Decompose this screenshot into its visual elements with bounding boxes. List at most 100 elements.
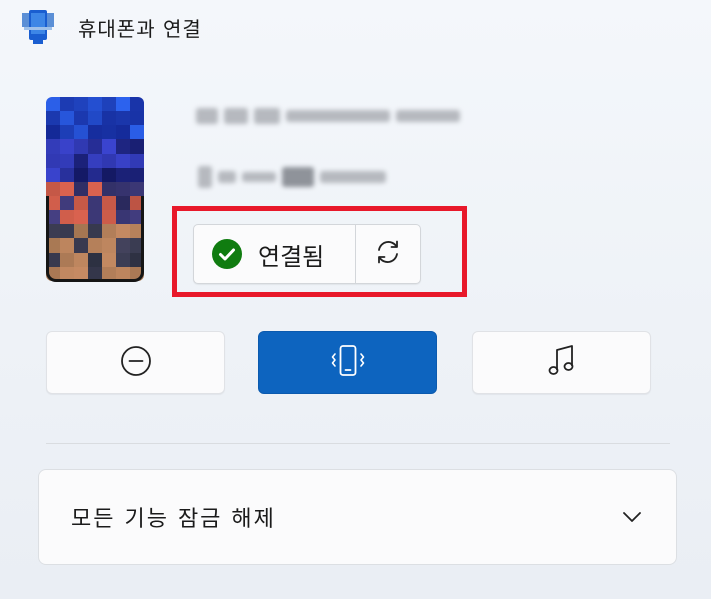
- thumbnail-pixel: [116, 266, 130, 281]
- vibrate-button[interactable]: [258, 331, 437, 394]
- thumbnail-pixel: [74, 139, 88, 154]
- thumbnail-pixel: [88, 224, 102, 239]
- thumbnail-pixel: [88, 266, 102, 281]
- thumbnail-pixel: [130, 125, 144, 140]
- thumbnail-pixel: [46, 238, 60, 253]
- thumbnail-pixel: [74, 167, 88, 182]
- thumbnail-pixel: [60, 125, 74, 140]
- thumbnail-pixel: [102, 224, 116, 239]
- thumbnail-pixel: [116, 139, 130, 154]
- thumbnail-pixel: [60, 252, 74, 267]
- music-note-icon: [546, 344, 578, 382]
- section-divider: [46, 443, 670, 444]
- thumbnail-pixel: [74, 266, 88, 281]
- thumbnail-pixel: [116, 195, 130, 211]
- thumbnail-pixel: [60, 210, 74, 225]
- thumbnail-pixel: [130, 195, 144, 211]
- phone-link-app-icon: [22, 10, 54, 44]
- thumbnail-pixel: [88, 139, 102, 154]
- thumbnail-pixel: [88, 181, 102, 196]
- thumbnail-pixel: [46, 252, 60, 267]
- thumbnail-pixel: [116, 111, 130, 126]
- thumbnail-pixel: [88, 210, 102, 225]
- thumbnail-pixel: [102, 181, 116, 196]
- app-title: 휴대폰과 연결: [78, 16, 202, 41]
- thumbnail-pixel: [116, 252, 130, 267]
- device-name-blurred: [196, 108, 460, 124]
- thumbnail-pixel: [60, 153, 74, 168]
- thumbnail-pixel: [74, 252, 88, 267]
- thumbnail-pixel: [102, 210, 116, 225]
- thumbnail-pixel: [130, 153, 144, 168]
- thumbnail-pixel: [46, 181, 60, 196]
- expander-label: 모든 기능 잠금 해제: [71, 507, 276, 532]
- chevron-down-icon: [622, 508, 642, 527]
- connected-status-label: 연결됨: [258, 242, 325, 271]
- thumbnail-pixel: [102, 97, 116, 112]
- thumbnail-pixel: [130, 167, 144, 182]
- thumbnail-pixel: [60, 97, 74, 112]
- thumbnail-pixel: [74, 195, 88, 211]
- thumbnail-pixel: [130, 224, 144, 239]
- minus-circle-icon: [120, 345, 152, 381]
- thumbnail-pixel: [116, 125, 130, 140]
- thumbnail-pixel: [116, 181, 130, 196]
- unlock-all-features-expander[interactable]: 모든 기능 잠금 해제: [38, 469, 677, 565]
- thumbnail-pixel: [130, 181, 144, 196]
- thumbnail-pixel: [102, 139, 116, 154]
- thumbnail-pixel: [74, 224, 88, 239]
- thumbnail-pixel: [116, 153, 130, 168]
- thumbnail-pixel: [60, 195, 74, 211]
- thumbnail-pixel: [46, 210, 60, 225]
- device-details-blurred: [198, 166, 386, 188]
- thumbnail-pixel: [60, 167, 74, 182]
- check-circle-icon: [212, 239, 242, 269]
- thumbnail-pixel: [46, 195, 60, 211]
- thumbnail-pixel: [102, 238, 116, 253]
- thumbnail-pixel: [102, 153, 116, 168]
- thumbnail-pixel: [46, 139, 60, 154]
- connected-status-button[interactable]: 연결됨: [194, 225, 356, 283]
- thumbnail-pixel: [46, 97, 60, 112]
- thumbnail-pixel: [60, 238, 74, 253]
- thumbnail-pixel: [74, 97, 88, 112]
- thumbnail-pixel: [46, 167, 60, 182]
- title-bar: 휴대폰과 연결: [22, 10, 202, 44]
- thumbnail-pixel: [102, 125, 116, 140]
- refresh-icon: [373, 237, 403, 271]
- thumbnail-pixel: [130, 97, 144, 112]
- thumbnail-pixel: [46, 153, 60, 168]
- thumbnail-pixel: [74, 210, 88, 225]
- thumbnail-pixel: [116, 167, 130, 182]
- thumbnail-pixel: [116, 224, 130, 239]
- media-button[interactable]: [472, 331, 651, 394]
- thumbnail-pixel: [130, 252, 144, 267]
- do-not-disturb-button[interactable]: [46, 331, 225, 394]
- thumbnail-pixel: [130, 139, 144, 154]
- thumbnail-pixel: [74, 238, 88, 253]
- thumbnail-pixel: [88, 111, 102, 126]
- thumbnail-pixel: [102, 266, 116, 281]
- thumbnail-pixel: [102, 167, 116, 182]
- refresh-button[interactable]: [356, 225, 420, 283]
- thumbnail-pixel: [88, 97, 102, 112]
- thumbnail-pixel: [88, 125, 102, 140]
- thumbnail-pixel: [102, 195, 116, 211]
- phone-thumbnail: [46, 97, 144, 281]
- thumbnail-pixel: [60, 139, 74, 154]
- thumbnail-pixel: [102, 111, 116, 126]
- thumbnail-pixel: [102, 252, 116, 267]
- thumbnail-pixel: [116, 210, 130, 225]
- thumbnail-pixel: [130, 238, 144, 253]
- phone-vibrate-icon: [330, 344, 366, 382]
- thumbnail-pixel: [130, 111, 144, 126]
- thumbnail-pixel: [74, 111, 88, 126]
- thumbnail-pixel: [88, 153, 102, 168]
- thumbnail-pixel: [74, 153, 88, 168]
- thumbnail-pixel: [116, 97, 130, 112]
- thumbnail-pixel: [46, 266, 60, 281]
- thumbnail-pixel: [88, 195, 102, 211]
- thumbnail-pixel: [74, 181, 88, 196]
- thumbnail-pixel: [46, 224, 60, 239]
- thumbnail-pixel: [46, 111, 60, 126]
